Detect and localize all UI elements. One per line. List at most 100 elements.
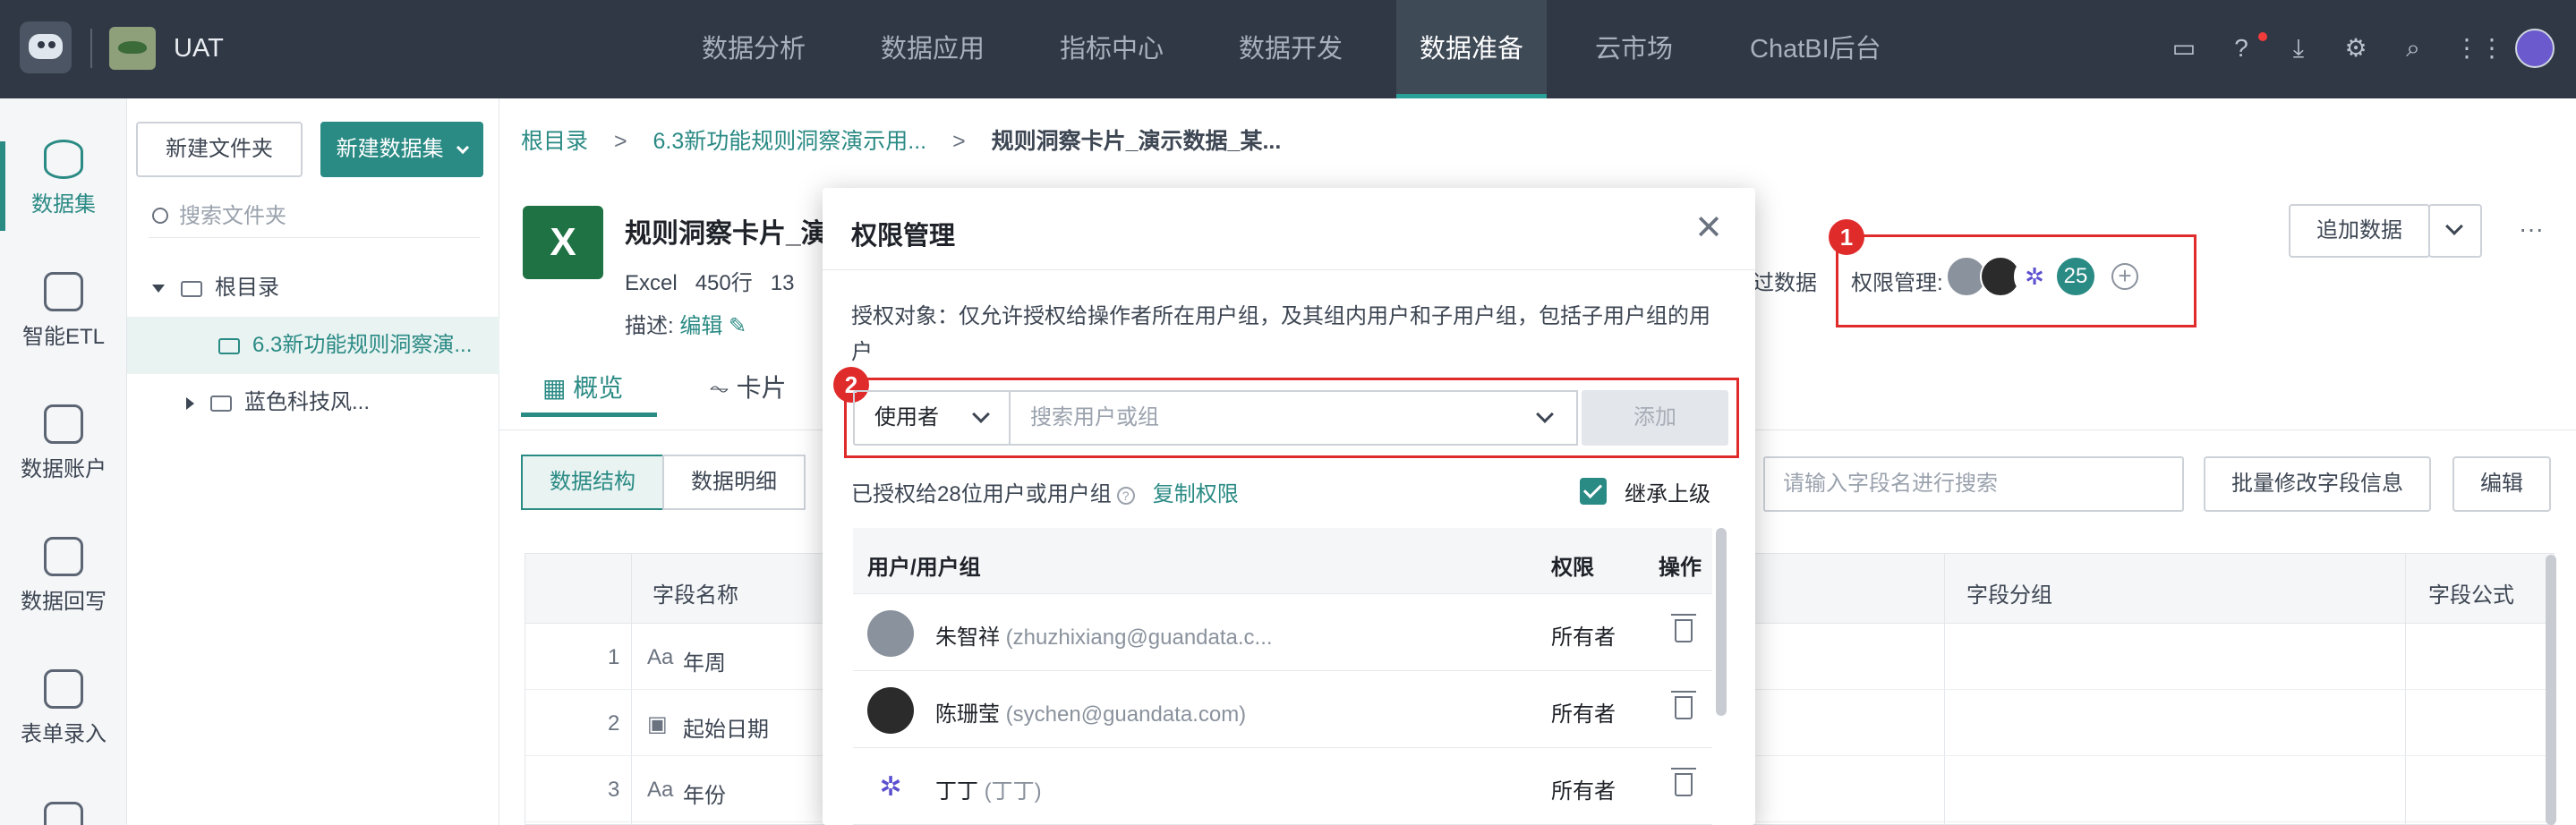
notification-dot — [2258, 32, 2267, 41]
form-icon — [44, 669, 83, 709]
search-icon[interactable]: ⌕ — [2397, 32, 2429, 64]
folder-icon — [181, 280, 202, 297]
download-icon[interactable]: ⤓ — [2282, 32, 2315, 64]
chevron-down-icon — [972, 405, 990, 423]
edit-fields-button[interactable]: 编辑 — [2452, 456, 2551, 512]
nav-item-metrics[interactable]: 指标中心 — [1060, 0, 1164, 98]
modal-header: 权限管理 ✕ — [823, 188, 1755, 270]
batch-edit-fields-button[interactable]: 批量修改字段信息 — [2204, 456, 2431, 512]
dataset-description: 描述: 编辑 ✎ — [625, 314, 747, 338]
sidebar-item-data-account[interactable]: 数据账户 — [0, 404, 127, 482]
nav-item-chatbi[interactable]: ChatBI后台 — [1750, 0, 1881, 98]
sidebar-item-dataset[interactable]: 数据集 — [0, 140, 127, 217]
top-navigation-bar: UAT 数据分析 数据应用 指标中心 数据开发 数据准备 云市场 ChatBI后… — [0, 0, 2576, 98]
delete-icon[interactable] — [1671, 614, 1696, 642]
document-icon — [44, 802, 83, 825]
segment-data-detail[interactable]: 数据明细 — [662, 455, 806, 510]
nav-item-data-apps[interactable]: 数据应用 — [881, 0, 985, 98]
header-field-group: 字段分组 — [1966, 583, 2052, 608]
left-sidebar: 数据集 智能ETL 数据账户 数据回写 表单录入 — [0, 98, 127, 825]
subject-type-select[interactable]: 使用者 — [853, 390, 1011, 446]
inherit-label: 继承上级 — [1625, 482, 1710, 506]
nav-item-cloud-market[interactable]: 云市场 — [1595, 0, 1673, 98]
close-icon[interactable]: ✕ — [1694, 211, 1723, 245]
sidebar-item-more[interactable] — [0, 802, 127, 825]
nav-item-data-dev[interactable]: 数据开发 — [1239, 0, 1343, 98]
user-name: 陈珊莹 (sychen@guandata.com) — [935, 702, 1247, 727]
caret-right-icon — [186, 396, 194, 410]
chart-icon: ⏦ — [709, 374, 729, 402]
user-row: ✲ 丁丁 (丁丁) 所有者 — [853, 748, 1712, 825]
delete-icon[interactable] — [1671, 768, 1696, 796]
header-field-formula: 字段公式 — [2428, 583, 2514, 608]
breadcrumb-folder[interactable]: 6.3新功能规则洞察演示用... — [653, 129, 927, 154]
user-table-header: 用户/用户组 权限 操作 — [853, 528, 1712, 594]
new-folder-button[interactable]: 新建文件夹 — [136, 122, 303, 177]
breadcrumb-root[interactable]: 根目录 — [521, 129, 588, 154]
add-permission-button[interactable]: 添加 — [1582, 390, 1728, 446]
folder-search-input[interactable]: 搜索文件夹 — [149, 195, 480, 238]
delete-icon[interactable] — [1671, 691, 1696, 719]
writeback-icon — [44, 537, 83, 576]
dataset-title: 规则洞察卡片_演示 — [625, 219, 855, 249]
permission-user-table: 用户/用户组 权限 操作 朱智祥 (zhuzhixiang@guandata.c… — [853, 528, 1712, 825]
help-icon[interactable]: ? — [1116, 486, 1135, 505]
tab-overview[interactable]: ▦ 概览 — [521, 367, 657, 417]
tab-cards[interactable]: ⏦ 卡片 — [709, 367, 787, 417]
add-member-icon[interactable]: + — [2111, 263, 2138, 290]
help-icon[interactable]: ? — [2225, 32, 2257, 64]
modal-description: 授权对象：仅允许授权给操作者所在用户组，及其组内用户和子用户组，包括子用户组的用… — [851, 304, 1710, 364]
user-row: 朱智祥 (zhuzhixiang@guandata.c... 所有者 — [853, 594, 1712, 671]
folder-tree-panel: 新建文件夹 新建数据集 搜索文件夹 根目录 6.3新功能规则洞察演... 蓝色科… — [127, 98, 499, 825]
breadcrumb-current: 规则洞察卡片_演示数据_某... — [991, 129, 1282, 154]
apps-grid-icon[interactable]: ⋮⋮ — [2454, 32, 2504, 64]
edit-description-link[interactable]: 编辑 — [679, 314, 722, 338]
page-scrollbar[interactable] — [2546, 555, 2556, 825]
folder-icon — [210, 395, 232, 412]
sidebar-item-form-entry[interactable]: 表单录入 — [0, 669, 127, 747]
permission-modal: 权限管理 ✕ 授权对象：仅允许授权给操作者所在用户组，及其组内用户和子用户组，包… — [823, 188, 1755, 825]
excel-file-icon: X — [523, 206, 603, 279]
more-options-icon[interactable]: ··· — [2519, 215, 2544, 243]
segment-data-structure[interactable]: 数据结构 — [521, 455, 664, 510]
tree-node-folder[interactable]: 蓝色科技风... — [127, 374, 499, 431]
chevron-down-icon — [2445, 217, 2463, 235]
user-role[interactable]: 所有者 — [1551, 619, 1616, 651]
text-type-icon: Aa — [647, 645, 674, 669]
dataset-meta: Excel 450行 13 — [625, 271, 795, 295]
copy-permission-link[interactable]: 复制权限 — [1153, 482, 1239, 506]
etl-icon — [44, 272, 83, 311]
user-role[interactable]: 所有者 — [1551, 696, 1616, 727]
new-dataset-button[interactable]: 新建数据集 — [320, 122, 483, 177]
user-group-search-input[interactable]: 搜索用户或组 — [1009, 390, 1578, 446]
granted-summary: 已授权给28位用户或用户组? 复制权限 — [851, 482, 1239, 506]
sidebar-item-writeback[interactable]: 数据回写 — [0, 537, 127, 615]
sidebar-item-etl[interactable]: 智能ETL — [0, 272, 127, 350]
tree-node-root[interactable]: 根目录 — [127, 259, 499, 317]
chevron-down-icon — [1536, 405, 1554, 423]
settings-icon[interactable]: ⚙ — [2340, 32, 2372, 64]
nav-item-data-analysis[interactable]: 数据分析 — [702, 0, 806, 98]
text-type-icon: Aa — [647, 778, 674, 802]
marker-1: 1 — [1829, 219, 1864, 255]
nav-item-data-prep[interactable]: 数据准备 — [1396, 0, 1548, 98]
member-avatar[interactable]: ✲ — [2014, 256, 2055, 297]
user-name: 朱智祥 (zhuzhixiang@guandata.c... — [935, 625, 1273, 650]
modal-scrollbar[interactable] — [1716, 528, 1727, 716]
header-field-name: 字段名称 — [653, 583, 738, 608]
database-icon — [44, 140, 83, 179]
add-data-dropdown-button[interactable] — [2428, 204, 2482, 258]
tree-node-selected-folder[interactable]: 6.3新功能规则洞察演... — [127, 317, 499, 374]
add-data-button[interactable]: 追加数据 — [2289, 204, 2430, 258]
modal-title: 权限管理 — [851, 222, 956, 251]
user-role[interactable]: 所有者 — [1551, 773, 1616, 804]
user-avatar[interactable] — [2515, 29, 2555, 68]
user-row: 陈珊莹 (sychen@guandata.com) 所有者 — [853, 671, 1712, 748]
member-count-badge[interactable]: 25 — [2055, 256, 2096, 297]
field-search-input[interactable]: 请输入字段名进行搜索 — [1763, 456, 2184, 512]
inherit-checkbox[interactable] — [1580, 478, 1607, 505]
chevron-down-icon — [456, 140, 470, 155]
user-avatar — [867, 687, 914, 734]
table-icon: ▦ — [542, 374, 567, 402]
monitor-icon[interactable]: ▭ — [2168, 32, 2200, 64]
